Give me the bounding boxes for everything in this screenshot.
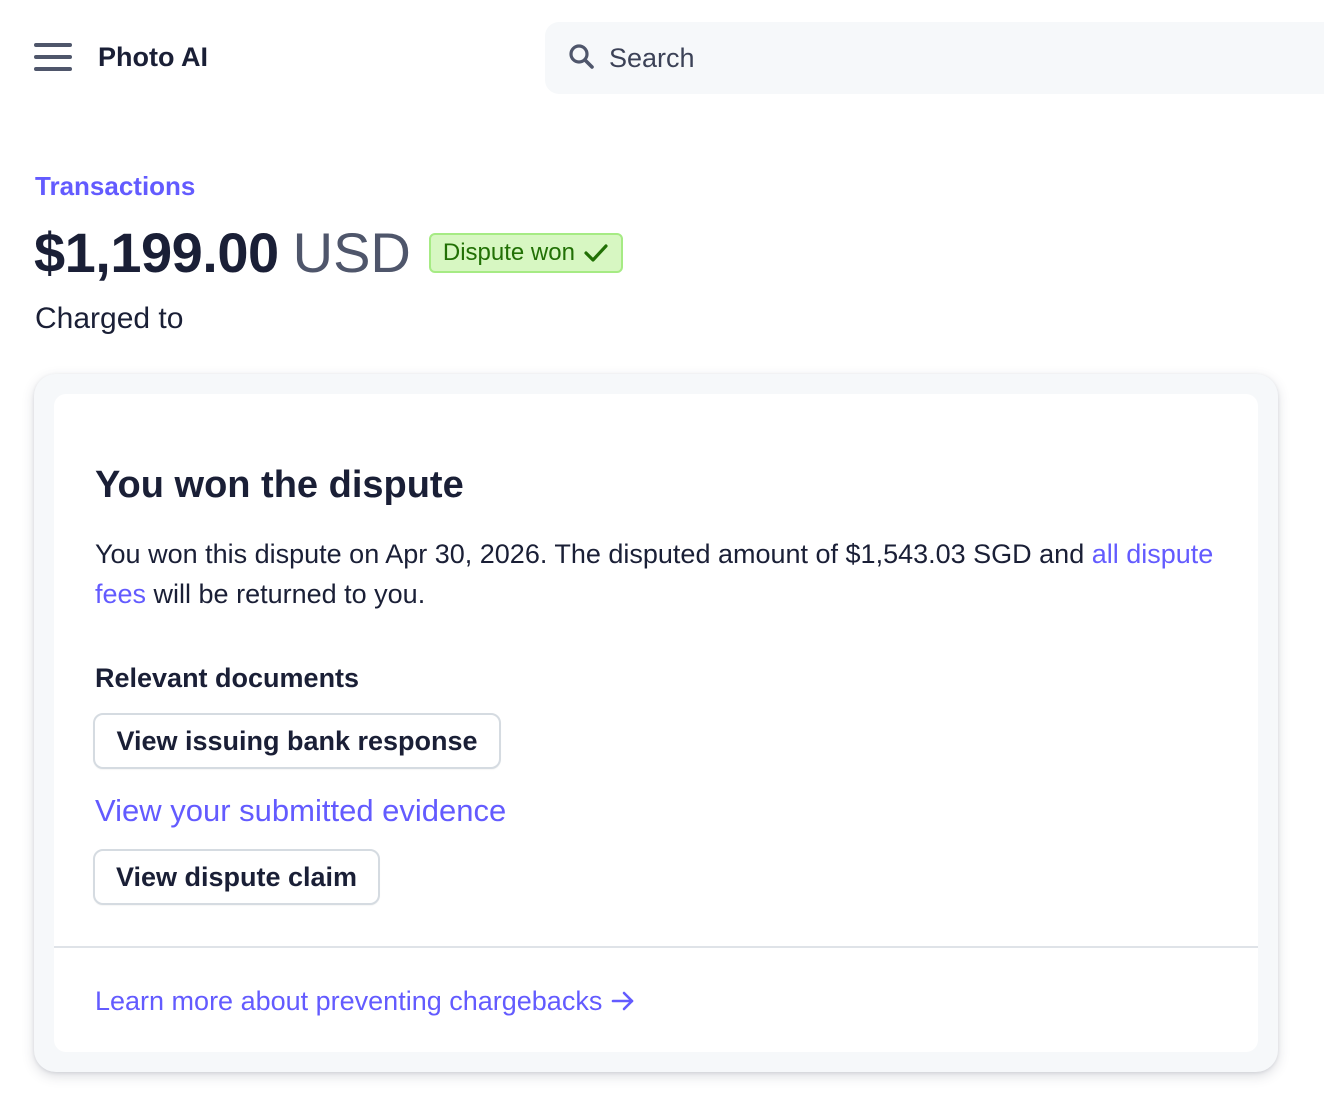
payment-amount: $1,199.00 (34, 221, 279, 284)
learn-more-label: Learn more about preventing chargebacks (95, 986, 603, 1016)
dispute-description-text: You won this dispute on Apr 30, 2026. Th… (95, 539, 1092, 569)
payment-currency: USD (292, 221, 411, 284)
arrow-right-icon (612, 991, 634, 1011)
learn-more-link[interactable]: Learn more about preventing chargebacks (95, 984, 636, 1018)
dispute-description-text-end: will be returned to you. (146, 579, 426, 609)
app-title: Photo AI (98, 42, 208, 72)
divider (54, 946, 1258, 948)
search-bar[interactable] (545, 22, 1324, 94)
top-bar: Photo AI (0, 0, 1324, 116)
view-evidence-link[interactable]: View your submitted evidence (95, 791, 506, 831)
dispute-card: You won the dispute You won this dispute… (54, 394, 1258, 1052)
search-icon (569, 44, 594, 69)
status-badge: Dispute won (428, 233, 623, 273)
view-bank-response-button[interactable]: View issuing bank response (93, 713, 501, 769)
breadcrumb-transactions[interactable]: Transactions (35, 170, 195, 202)
dispute-card-title: You won the dispute (95, 464, 464, 506)
search-input[interactable] (609, 40, 1209, 76)
checkmark-icon (584, 244, 608, 262)
menu-icon[interactable] (34, 40, 74, 74)
amount-row: $1,199.00 USD Dispute won (34, 222, 623, 284)
page: Photo AI Transactions $1,199.00 USD Disp… (0, 0, 1324, 1104)
status-badge-label: Dispute won (442, 239, 575, 266)
relevant-documents-heading: Relevant documents (95, 663, 360, 693)
charged-to-label: Charged to (35, 302, 184, 335)
dispute-description: You won this dispute on Apr 30, 2026. Th… (95, 534, 1215, 614)
dispute-card-container: You won the dispute You won this dispute… (34, 374, 1278, 1072)
view-dispute-claim-button[interactable]: View dispute claim (93, 849, 380, 905)
